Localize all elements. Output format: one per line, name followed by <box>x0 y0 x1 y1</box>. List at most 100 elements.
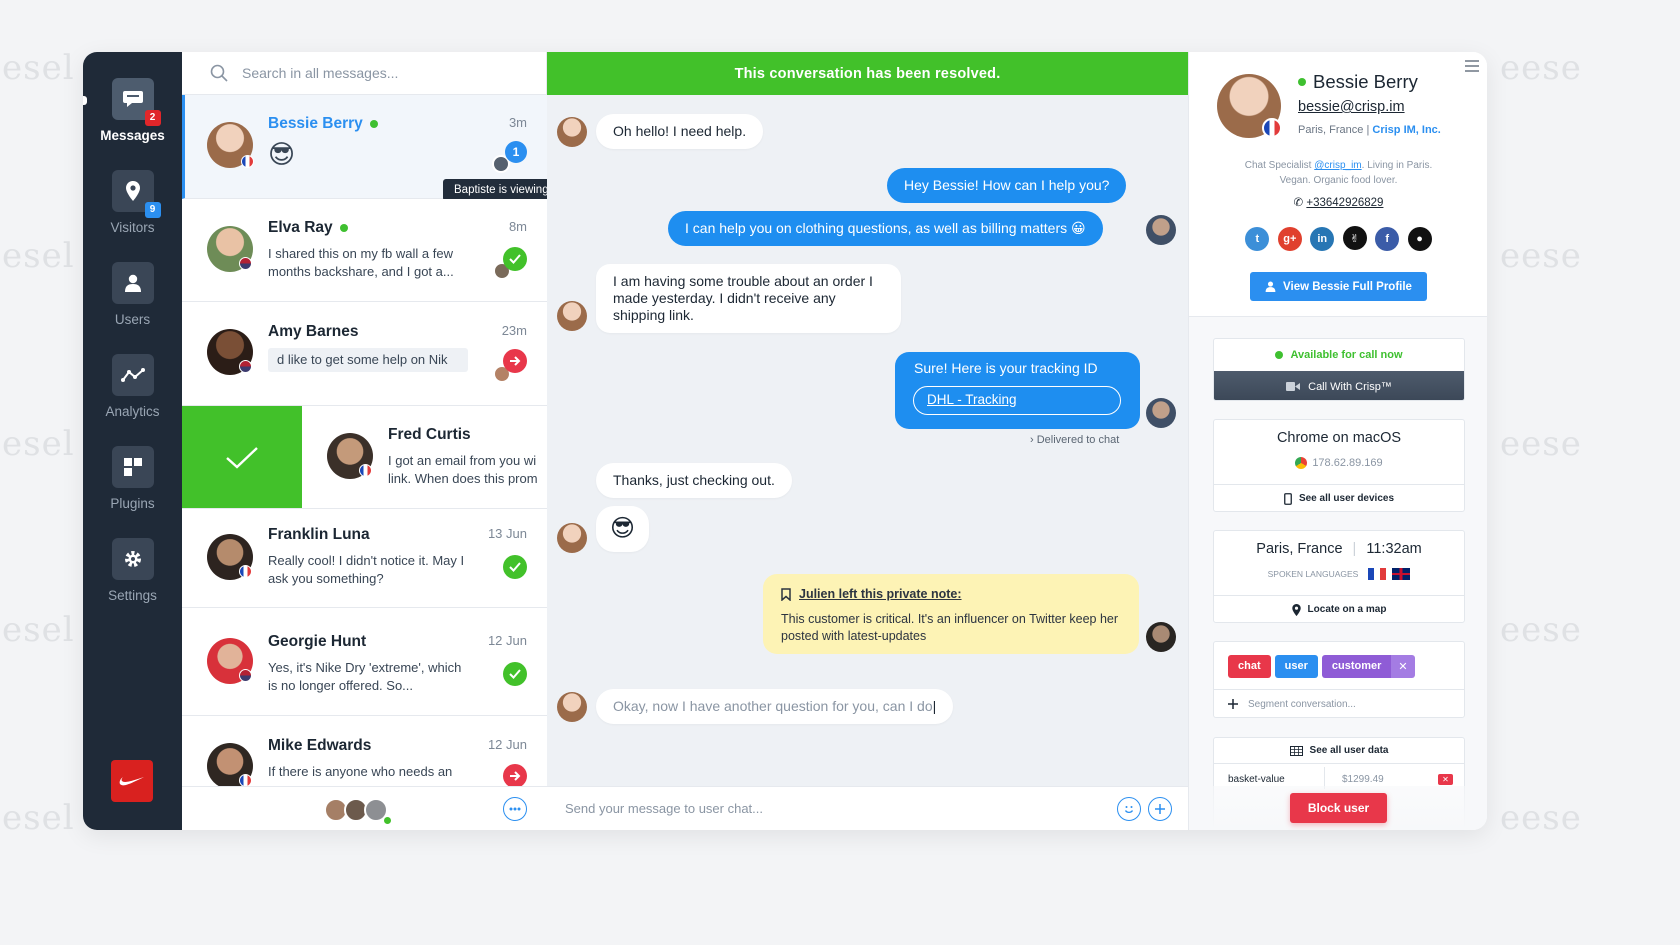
visitors-badge: 9 <box>144 202 161 218</box>
conversation-time: 12 Jun <box>487 633 527 648</box>
nav-item-users[interactable]: Users <box>83 262 182 327</box>
resolve-action[interactable] <box>182 406 302 508</box>
composer-input[interactable]: Send your message to user chat... <box>565 801 763 816</box>
nav-item-messages[interactable]: 2 Messages <box>83 78 182 143</box>
search-input[interactable]: Search in all messages... <box>242 65 398 81</box>
brand-logo[interactable] <box>111 760 153 802</box>
google-plus-icon[interactable]: g+ <box>1277 226 1302 251</box>
delivery-status: › Delivered to chat <box>1030 434 1120 446</box>
phone-row[interactable]: ✆ +33642926829 <box>1189 195 1487 209</box>
flag-us-icon <box>239 257 252 270</box>
chat-icon: 2 <box>111 78 161 126</box>
devices-link-label: See all user devices <box>1298 493 1395 504</box>
conversation-time: 3m <box>508 115 527 130</box>
profile-email[interactable]: bessie@crisp.im <box>1298 99 1405 115</box>
conversation-item[interactable]: Amy Barnes 23m d like to get some help o… <box>182 302 547 406</box>
conversation-item[interactable]: Franklin Luna 13 Jun Really cool! I didn… <box>182 509 547 608</box>
menu-icon[interactable] <box>1465 60 1479 72</box>
swoosh-icon <box>119 777 144 786</box>
add-attachment-icon[interactable] <box>1148 797 1172 821</box>
available-indicator <box>1275 351 1284 359</box>
unread-count: 1 <box>505 141 527 163</box>
watermark-text: esel <box>2 48 75 88</box>
search-bar[interactable]: Search in all messages... <box>182 52 546 95</box>
linkedin-icon[interactable]: in <box>1310 226 1335 251</box>
tag-customer[interactable]: customer <box>1321 655 1392 678</box>
map-link[interactable]: Locate on a map <box>1214 595 1464 623</box>
data-key: basket-value <box>1228 774 1285 785</box>
tag-user[interactable]: user <box>1274 655 1318 678</box>
message-bubble-outgoing: I can help you on clothing questions, as… <box>668 211 1103 246</box>
snapchat-icon[interactable]: ✌ <box>1342 226 1367 250</box>
conversation-time: 13 Jun <box>487 526 527 541</box>
profile-name: Bessie Berry <box>1313 71 1418 92</box>
github-icon[interactable]: ● <box>1407 226 1432 251</box>
plus-icon <box>1228 699 1238 709</box>
conversation-preview: Really cool! I didn't notice it. May I a… <box>268 553 465 586</box>
emoji-icon[interactable] <box>1117 797 1141 821</box>
user-data-label: See all user data <box>1309 745 1389 756</box>
nav-item-analytics[interactable]: Analytics <box>83 354 182 419</box>
online-indicator <box>383 816 392 825</box>
avatar <box>557 117 587 147</box>
messages-badge: 2 <box>144 110 161 126</box>
phone-number[interactable]: +33642926829 <box>1306 197 1383 209</box>
profile-company[interactable]: Crisp IM, Inc. <box>1372 124 1440 136</box>
flag-uk-icon <box>1392 568 1411 580</box>
user-icon <box>111 262 154 304</box>
reply-arrow-icon <box>503 764 527 786</box>
devices-link[interactable]: See all user devices <box>1214 484 1464 512</box>
tag-chat[interactable]: chat <box>1228 655 1271 678</box>
watermark-text: esel <box>2 236 75 276</box>
flag-fr-icon <box>359 464 372 477</box>
conversation-item[interactable]: Mike Edwards 12 Jun If there is anyone w… <box>182 716 547 786</box>
viewing-tooltip: Baptiste is viewing <box>443 179 560 201</box>
conversation-list: Search in all messages... Bessie Berry 3… <box>182 52 560 830</box>
conversation-time: 12 Jun <box>487 737 527 752</box>
call-button[interactable]: Call With Crisp™ <box>1214 371 1464 400</box>
view-profile-button[interactable]: View Bessie Full Profile <box>1250 272 1427 301</box>
remove-tag-icon[interactable]: ✕ <box>1391 655 1415 678</box>
user-icon <box>1265 281 1276 292</box>
twitter-icon[interactable]: t <box>1245 226 1270 251</box>
more-options-icon[interactable] <box>503 797 527 821</box>
conversation-item[interactable]: Elva Ray 8m I shared this on my fb wall … <box>182 199 547 302</box>
user-data-link[interactable]: See all user data <box>1214 738 1464 764</box>
flag-us-icon <box>239 360 252 373</box>
phone-icon: ✆ <box>1293 197 1304 209</box>
contact-name: Bessie Berry <box>268 115 363 132</box>
plugins-icon <box>111 446 154 488</box>
conversation-item[interactable]: Bessie Berry 3m 😎 1 Baptiste is viewing <box>182 95 560 201</box>
conversation-preview: 😎 <box>268 139 296 169</box>
flag-us-icon <box>239 669 252 682</box>
segment-input[interactable]: Segment conversation... <box>1214 689 1464 718</box>
search-icon <box>210 64 228 82</box>
location-pin-icon: 9 <box>111 170 161 218</box>
watermark-text: esel <box>2 424 75 464</box>
analytics-icon <box>111 354 154 396</box>
nav-item-plugins[interactable]: Plugins <box>83 446 182 511</box>
resolved-check-icon <box>503 247 527 271</box>
tracking-link[interactable]: DHL - Tracking <box>913 386 1121 415</box>
block-user-button[interactable]: Block user <box>1290 793 1387 823</box>
bio-handle-link[interactable]: @crisp_im <box>1314 160 1361 171</box>
conversation-item-swiped[interactable]: Fred Curtis I got an email from you wi l… <box>182 406 547 509</box>
watermark-text: esel <box>2 610 75 650</box>
reply-arrow-icon <box>503 349 527 373</box>
message-composer[interactable]: Send your message to user chat... <box>547 786 1188 830</box>
nav-item-settings[interactable]: Settings <box>83 538 182 603</box>
conversation-time: 23m <box>501 323 527 338</box>
call-button-label: Call With Crisp™ <box>1308 380 1392 393</box>
conversation-time: 8m <box>508 219 527 234</box>
watermark-text: eese <box>1500 236 1582 276</box>
message-bubble-outgoing: Hey Bessie! How can I help you? <box>887 168 1127 203</box>
nav-item-visitors[interactable]: 9 Visitors <box>83 170 182 235</box>
delete-data-icon[interactable]: ✕ <box>1438 774 1453 785</box>
conversation-preview: I got an email from you wi link. When do… <box>388 453 538 486</box>
conversation-item[interactable]: Georgie Hunt 12 Jun Yes, it's Nike Dry '… <box>182 608 547 716</box>
nav-label: Analytics <box>105 404 160 419</box>
facebook-icon[interactable]: f <box>1375 226 1400 251</box>
avatar <box>1146 398 1176 428</box>
flag-fr-icon <box>239 565 252 578</box>
languages-label: SPOKEN LANGUAGES <box>1267 569 1359 579</box>
